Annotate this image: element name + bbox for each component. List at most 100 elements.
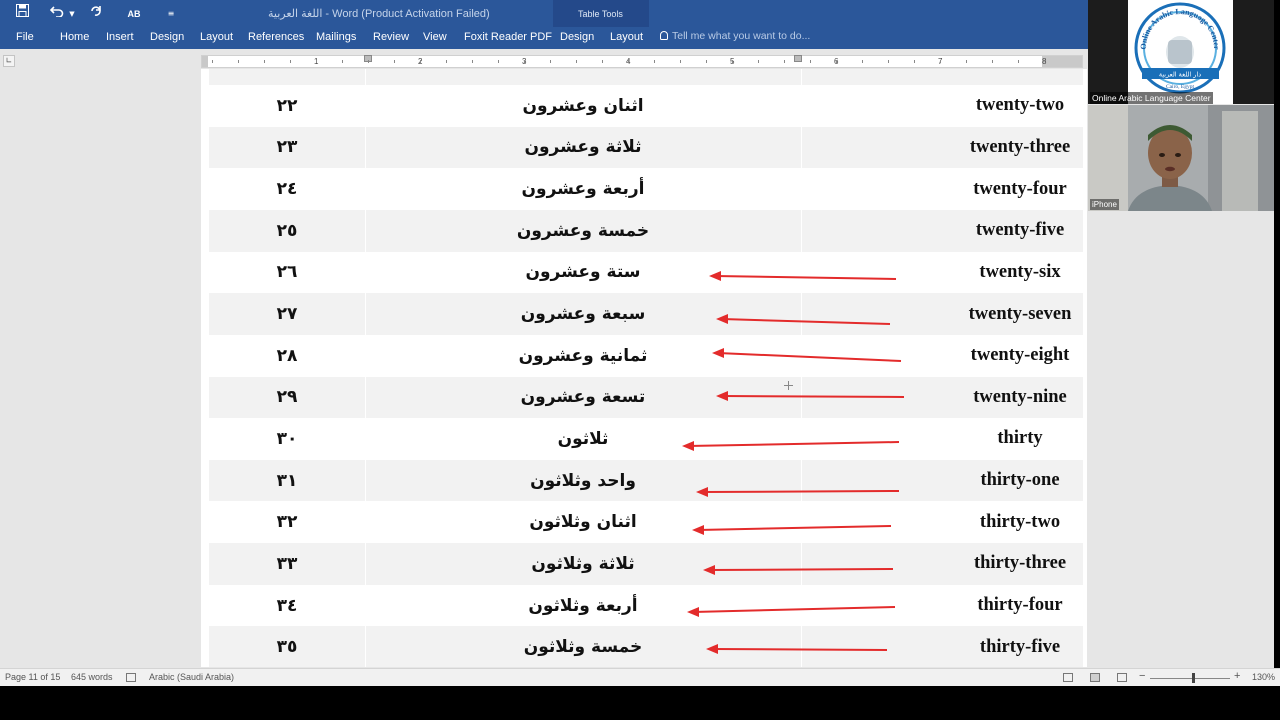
zoom-slider-thumb[interactable] <box>1192 673 1195 683</box>
number-cell[interactable]: ٣٠ <box>209 418 365 460</box>
english-cell[interactable]: twenty-six <box>947 252 1087 294</box>
table-row[interactable]: ٢٦ ستة وعشرون twenty-six <box>209 251 1083 294</box>
number-cell[interactable]: ٢٩ <box>209 377 365 419</box>
zoom-in-icon[interactable]: + <box>1234 670 1240 682</box>
english-cell[interactable]: twenty-seven <box>947 293 1087 335</box>
arabic-cell[interactable]: ثلاثة وثلاثون <box>365 543 801 585</box>
english-cell[interactable]: twenty-nine <box>947 377 1087 419</box>
table-row[interactable]: ٣٣ ثلاثة وثلاثون thirty-three <box>209 543 1083 585</box>
column-divider <box>801 168 802 210</box>
arabic-cell[interactable]: ثلاثة وعشرون <box>365 127 801 169</box>
arabic-cell[interactable]: ثمانية وعشرون <box>365 335 801 377</box>
web-layout-icon[interactable] <box>1117 673 1127 682</box>
tab-design[interactable]: Design <box>150 31 184 43</box>
english-cell[interactable]: thirty-three <box>947 543 1087 585</box>
arabic-cell[interactable]: خمسة وثلاثون <box>365 626 801 667</box>
arabic-cell[interactable]: خمسة وعشرون <box>365 210 801 252</box>
arabic-cell[interactable]: تسعة وعشرون <box>365 377 801 419</box>
customize-qat-icon[interactable]: ≡ <box>164 4 178 24</box>
arabic-cell[interactable]: ثلاثون <box>365 418 801 460</box>
tell-me-box[interactable]: Tell me what you want to do... <box>660 30 810 42</box>
arabic-cell[interactable]: سبعة وعشرون <box>365 293 801 335</box>
ruler-tick <box>524 60 525 63</box>
arabic-cell[interactable]: أربعة وعشرون <box>365 168 801 210</box>
number-cell[interactable]: ٢٣ <box>209 127 365 169</box>
undo-dropdown-icon[interactable]: ▼ <box>67 4 77 24</box>
arabic-cell[interactable]: اثنان وعشرون <box>365 85 801 127</box>
table-row[interactable]: ٢٥ خمسة وعشرون twenty-five <box>209 209 1083 252</box>
number-cell[interactable]: ٢٢ <box>209 85 365 127</box>
table-row[interactable]: ٢٢ اثنان وعشرون twenty-two <box>209 85 1083 127</box>
page-indicator[interactable]: Page 11 of 15 <box>5 672 60 682</box>
english-cell[interactable]: thirty-four <box>947 585 1087 627</box>
number-cell[interactable]: ٢٧ <box>209 293 365 335</box>
table-row[interactable]: ٢٩ تسعة وعشرون twenty-nine <box>209 376 1083 419</box>
number-cell[interactable]: ٢٥ <box>209 210 365 252</box>
number-cell[interactable]: ٢٤ <box>209 168 365 210</box>
table-row[interactable]: ٢٧ سبعة وعشرون twenty-seven <box>209 293 1083 335</box>
tab-table-layout[interactable]: Layout <box>610 31 643 43</box>
arabic-cell[interactable]: ستة وعشرون <box>365 252 801 294</box>
save-icon[interactable] <box>11 4 33 24</box>
tab-layout[interactable]: Layout <box>200 31 233 43</box>
english-cell[interactable]: twenty-five <box>947 210 1087 252</box>
ruler-column-marker[interactable] <box>794 55 802 62</box>
tab-mailings[interactable]: Mailings <box>316 31 356 43</box>
table-row[interactable]: ٢٨ ثمانية وعشرون twenty-eight <box>209 334 1083 377</box>
redo-icon[interactable] <box>86 4 106 24</box>
table-row[interactable]: ٢٣ ثلاثة وعشرون twenty-three <box>209 126 1083 169</box>
print-layout-icon[interactable] <box>1090 673 1100 682</box>
number-cell[interactable]: ٣٥ <box>209 626 365 667</box>
logo-city-text: Cairo, Egypt <box>1166 84 1195 90</box>
ruler-right-margin <box>1042 56 1082 67</box>
tab-insert[interactable]: Insert <box>106 31 134 43</box>
number-cell[interactable]: ٣٢ <box>209 502 365 544</box>
horizontal-ruler[interactable]: 1 2 3 4 5 6 7 8 <box>201 55 1083 68</box>
table-row[interactable]: ٣٤ أربعة وثلاثون thirty-four <box>209 584 1083 627</box>
table-row[interactable]: ٣٥ خمسة وثلاثون thirty-five <box>209 626 1083 667</box>
read-mode-icon[interactable] <box>1063 673 1073 682</box>
tab-stop-selector[interactable]: ∟ <box>3 55 15 67</box>
tab-table-design[interactable]: Design <box>560 31 594 43</box>
column-divider <box>801 293 802 335</box>
tab-view[interactable]: View <box>423 31 447 43</box>
proofing-icon[interactable] <box>126 673 136 682</box>
autoformat-icon[interactable]: AB <box>122 4 146 24</box>
number-cell[interactable]: ٣٤ <box>209 585 365 627</box>
tab-foxit-reader-pdf[interactable]: Foxit Reader PDF <box>464 31 552 43</box>
english-cell[interactable]: twenty-three <box>947 127 1087 169</box>
arabic-cell[interactable]: اثنان وثلاثون <box>365 502 801 544</box>
english-cell[interactable]: thirty-five <box>947 626 1087 667</box>
number-cell[interactable]: ٣٣ <box>209 543 365 585</box>
language-indicator[interactable]: Arabic (Saudi Arabia) <box>149 672 234 682</box>
document-page[interactable]: ٢٢ اثنان وعشرون twenty-two ٢٣ ثلاثة وعشرون tw… <box>201 69 1087 667</box>
english-cell[interactable]: twenty-four <box>947 168 1087 210</box>
english-cell[interactable]: twenty-eight <box>947 335 1087 377</box>
english-cell[interactable]: twenty-two <box>947 85 1087 127</box>
zoom-out-icon[interactable]: − <box>1139 670 1145 682</box>
logo-arabic-text: دار اللغة العربية <box>1159 71 1201 79</box>
table-row[interactable]: ٣٢ اثنان وثلاثون thirty-two <box>209 501 1083 544</box>
undo-icon[interactable] <box>47 4 67 24</box>
english-cell[interactable]: thirty <box>947 418 1087 460</box>
table-row[interactable]: ٣١ واحد وثلاثون thirty-one <box>209 459 1083 502</box>
ruler-tick <box>966 60 967 63</box>
participant-tile-camera[interactable] <box>1088 105 1274 211</box>
tab-file[interactable]: File <box>16 31 34 43</box>
number-cell[interactable]: ٣١ <box>209 460 365 502</box>
english-cell[interactable]: thirty-two <box>947 502 1087 544</box>
zoom-slider[interactable] <box>1150 678 1230 679</box>
zoom-level[interactable]: 130% <box>1252 672 1275 682</box>
tab-references[interactable]: References <box>248 31 304 43</box>
number-cell[interactable]: ٢٦ <box>209 252 365 294</box>
tab-home[interactable]: Home <box>60 31 89 43</box>
arabic-cell[interactable]: واحد وثلاثون <box>365 460 801 502</box>
arabic-cell[interactable]: أربعة وثلاثون <box>365 585 801 627</box>
english-cell[interactable]: thirty-one <box>947 460 1087 502</box>
table-row[interactable]: ٣٠ ثلاثون thirty <box>209 418 1083 460</box>
table-row[interactable]: ٢٤ أربعة وعشرون twenty-four <box>209 168 1083 210</box>
number-cell[interactable]: ٢٨ <box>209 335 365 377</box>
tab-review[interactable]: Review <box>373 31 409 43</box>
word-count[interactable]: 645 words <box>71 672 113 682</box>
column-divider <box>801 584 802 627</box>
